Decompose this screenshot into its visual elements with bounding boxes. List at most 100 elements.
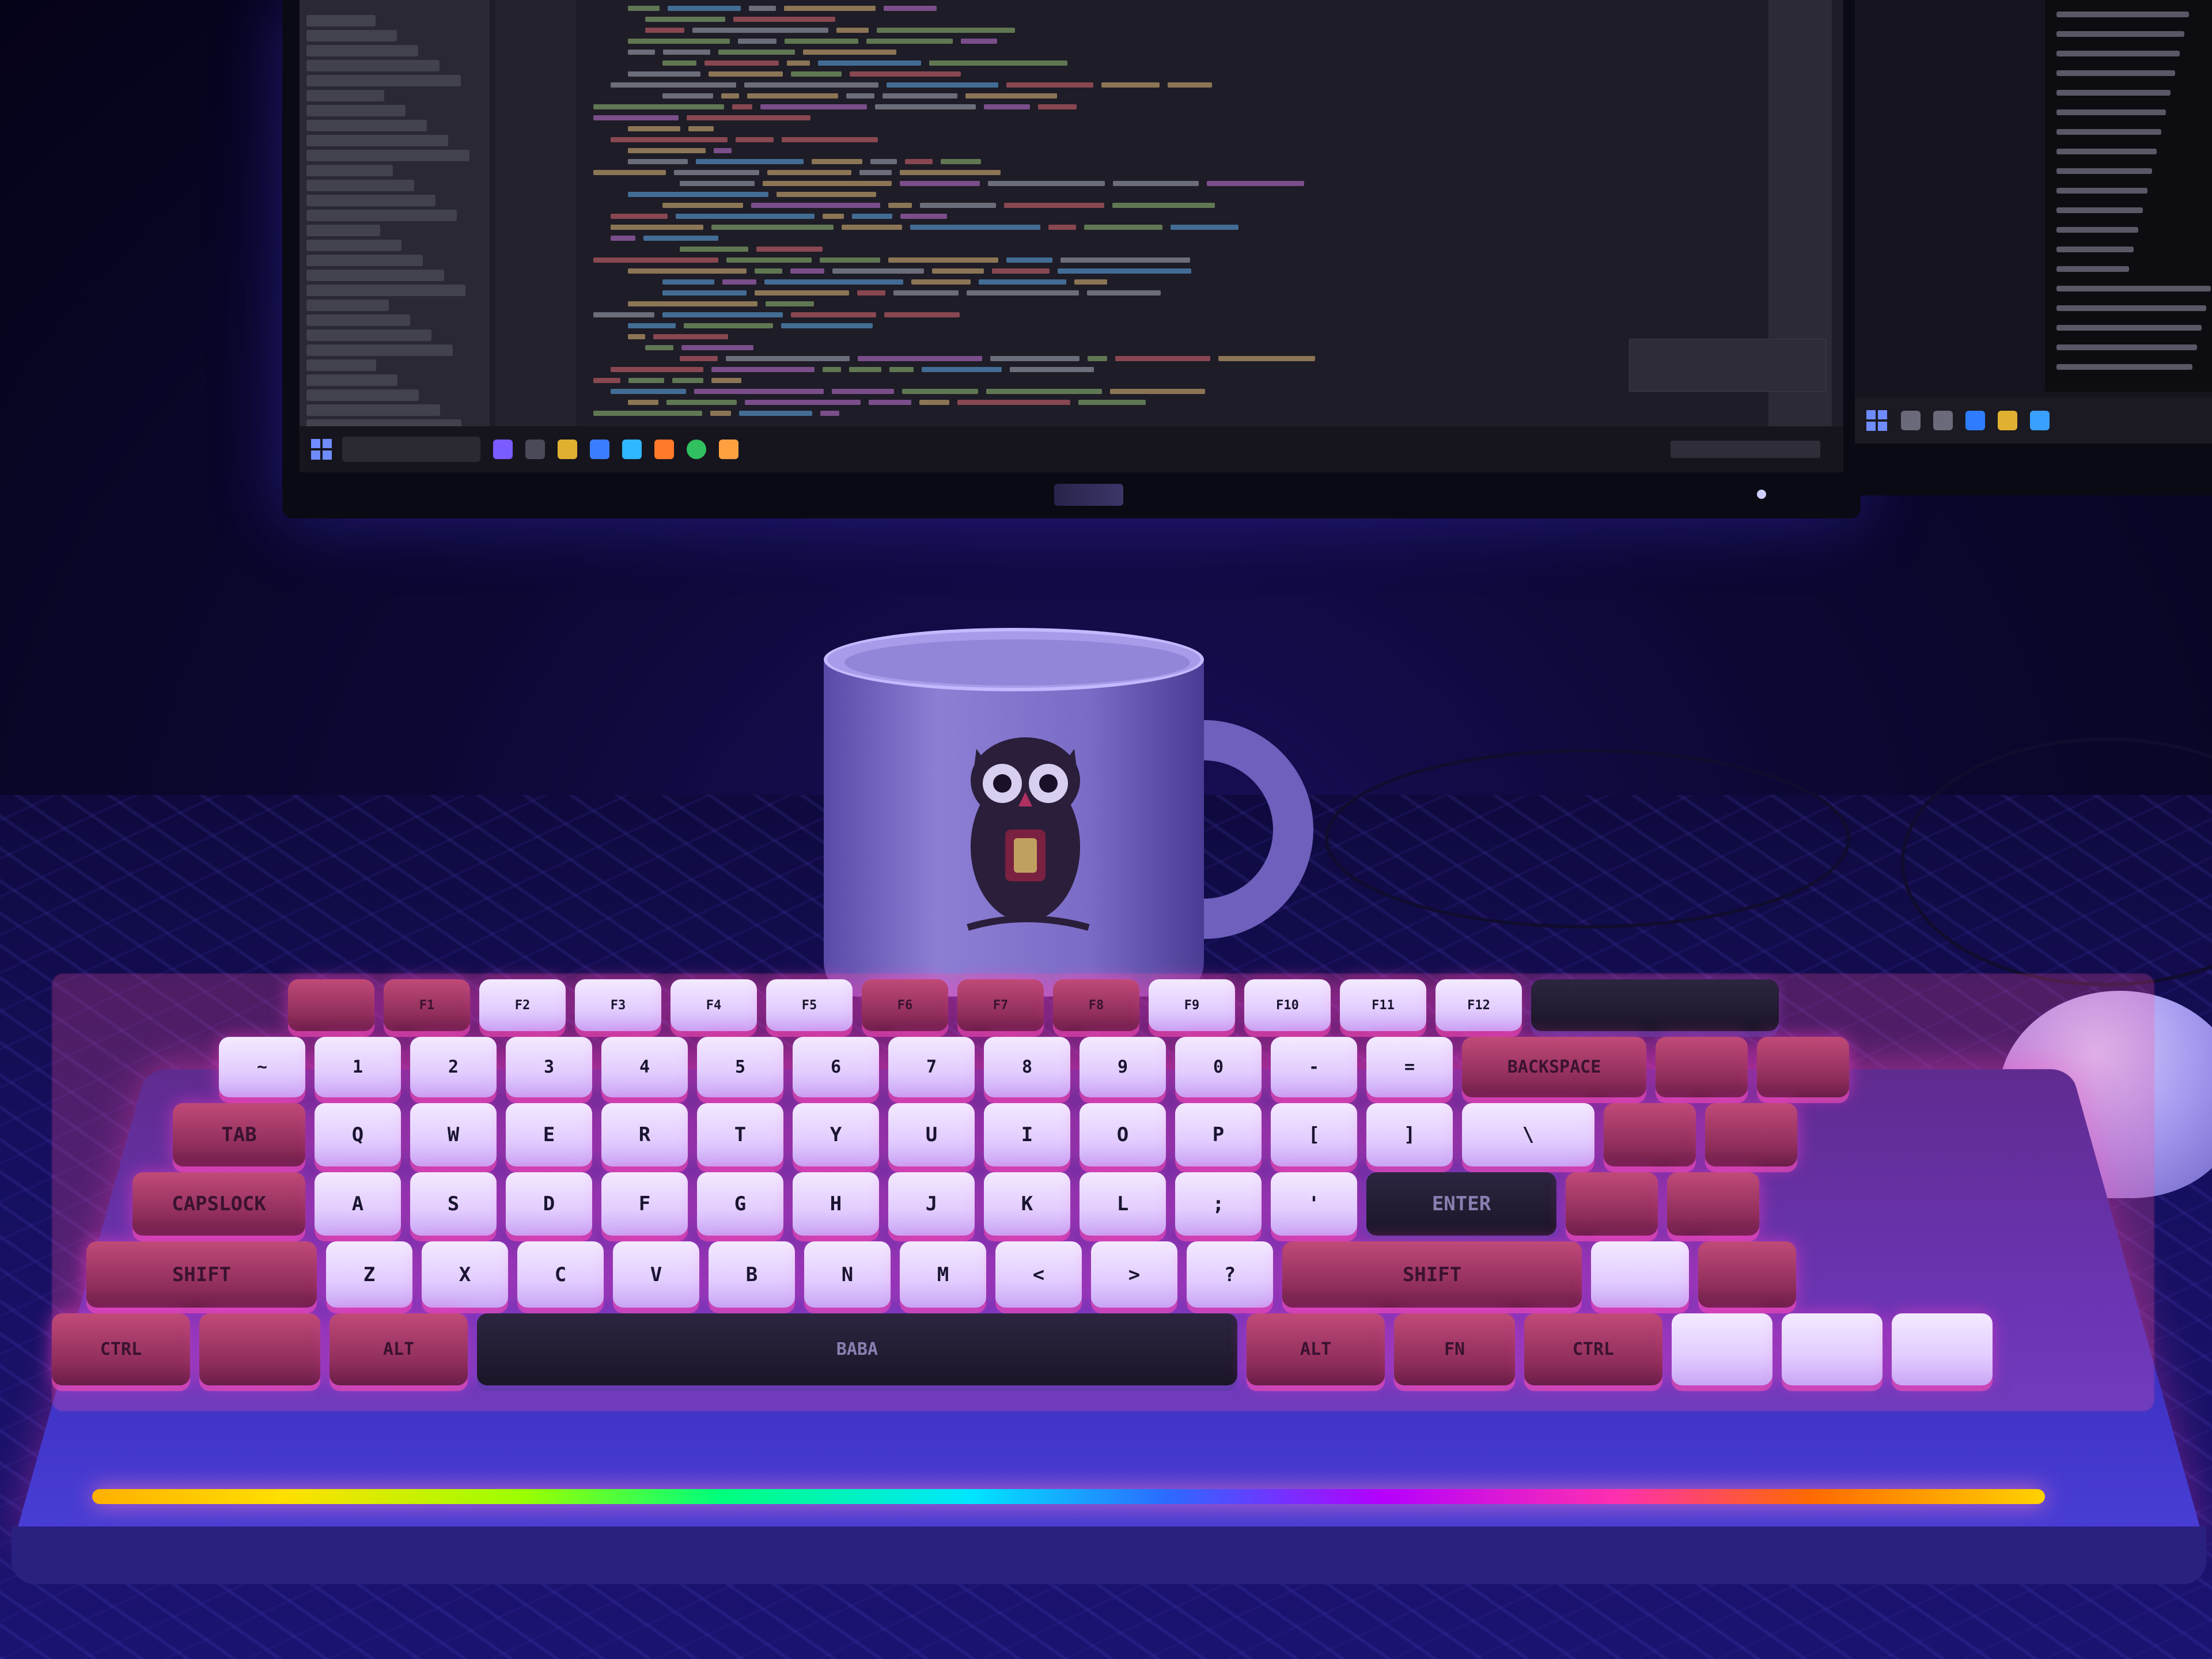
key-m[interactable]: M bbox=[900, 1241, 986, 1308]
key-blank-10[interactable]: ? bbox=[1187, 1241, 1273, 1308]
key-v[interactable]: V bbox=[613, 1241, 699, 1308]
code-token bbox=[929, 60, 1067, 66]
key-f5[interactable]: F5 bbox=[766, 979, 853, 1031]
key-blank-0[interactable]: ~ bbox=[219, 1037, 305, 1097]
key-blank-11[interactable]: - bbox=[1271, 1037, 1357, 1097]
key-7[interactable]: 7 bbox=[888, 1037, 975, 1097]
key-h[interactable]: H bbox=[793, 1172, 879, 1236]
key-alt[interactable]: ALT bbox=[329, 1313, 468, 1385]
key-f[interactable]: F bbox=[601, 1172, 688, 1236]
key-blank-15[interactable] bbox=[1705, 1103, 1797, 1166]
key-capslock[interactable]: CAPSLOCK bbox=[132, 1172, 305, 1236]
key-i[interactable]: I bbox=[984, 1103, 1070, 1166]
code-token bbox=[920, 203, 996, 208]
key-1[interactable]: 1 bbox=[315, 1037, 401, 1097]
code-token bbox=[732, 104, 752, 109]
key-2[interactable]: 2 bbox=[410, 1037, 497, 1097]
code-token bbox=[791, 71, 842, 77]
key-blank-9[interactable] bbox=[1892, 1313, 1993, 1385]
key-blank-13[interactable] bbox=[1531, 979, 1779, 1031]
key-f1[interactable]: F1 bbox=[384, 979, 470, 1031]
key-blank-8[interactable]: < bbox=[995, 1241, 1082, 1308]
key-t[interactable]: T bbox=[697, 1103, 783, 1166]
key-x[interactable]: X bbox=[422, 1241, 508, 1308]
key-label: ALT bbox=[1300, 1339, 1332, 1359]
key-blank-11[interactable]: ' bbox=[1271, 1172, 1357, 1236]
key-blank-9[interactable]: > bbox=[1091, 1241, 1177, 1308]
key-blank-8[interactable] bbox=[1782, 1313, 1883, 1385]
key-ctrl[interactable]: CTRL bbox=[1524, 1313, 1662, 1385]
key-u[interactable]: U bbox=[888, 1103, 975, 1166]
key-d[interactable]: D bbox=[506, 1172, 592, 1236]
key-blank-13[interactable] bbox=[1698, 1241, 1796, 1308]
key-e[interactable]: E bbox=[506, 1103, 592, 1166]
key-z[interactable]: Z bbox=[326, 1241, 412, 1308]
key-blank-14[interactable] bbox=[1604, 1103, 1696, 1166]
key-f8[interactable]: F8 bbox=[1053, 979, 1139, 1031]
key-p[interactable]: P bbox=[1175, 1103, 1262, 1166]
key-label: 5 bbox=[734, 1057, 746, 1077]
key-b[interactable]: B bbox=[709, 1241, 795, 1308]
file-tree-row bbox=[306, 195, 435, 206]
code-token bbox=[766, 301, 814, 306]
key-3[interactable]: 3 bbox=[506, 1037, 592, 1097]
key-n[interactable]: N bbox=[804, 1241, 891, 1308]
key-f3[interactable]: F3 bbox=[575, 979, 661, 1031]
key-label: \ bbox=[1522, 1123, 1535, 1146]
key-enter[interactable]: ENTER bbox=[1366, 1172, 1556, 1236]
key-9[interactable]: 9 bbox=[1080, 1037, 1166, 1097]
key-f6[interactable]: F6 bbox=[862, 979, 948, 1031]
code-token bbox=[836, 28, 869, 33]
key-4[interactable]: 4 bbox=[601, 1037, 688, 1097]
key-f7[interactable]: F7 bbox=[957, 979, 1044, 1031]
code-token bbox=[979, 279, 1066, 285]
key-q[interactable]: Q bbox=[315, 1103, 401, 1166]
key-f11[interactable]: F11 bbox=[1340, 979, 1426, 1031]
key-o[interactable]: O bbox=[1080, 1103, 1166, 1166]
key-k[interactable]: K bbox=[984, 1172, 1070, 1236]
key-0[interactable]: 0 bbox=[1175, 1037, 1262, 1097]
key-c[interactable]: C bbox=[517, 1241, 604, 1308]
key-label: 1 bbox=[352, 1057, 363, 1077]
key-blank-13[interactable] bbox=[1566, 1172, 1658, 1236]
key-f2[interactable]: F2 bbox=[479, 979, 566, 1031]
key-f10[interactable]: F10 bbox=[1244, 979, 1331, 1031]
code-token bbox=[884, 312, 960, 317]
key-blank-14[interactable] bbox=[1667, 1172, 1759, 1236]
key-blank-7[interactable] bbox=[1672, 1313, 1772, 1385]
windows-start-icon bbox=[310, 438, 333, 461]
key-blank-12[interactable] bbox=[1591, 1241, 1689, 1308]
key-blank-11[interactable]: [ bbox=[1271, 1103, 1357, 1166]
key-blank-10[interactable]: ; bbox=[1175, 1172, 1262, 1236]
key-blank-14[interactable] bbox=[1656, 1037, 1748, 1097]
key-backspace[interactable]: BACKSPACE bbox=[1462, 1037, 1646, 1097]
key-w[interactable]: W bbox=[410, 1103, 497, 1166]
key-f4[interactable]: F4 bbox=[671, 979, 757, 1031]
key-f9[interactable]: F9 bbox=[1149, 979, 1235, 1031]
key-alt[interactable]: ALT bbox=[1247, 1313, 1385, 1385]
key-shift[interactable]: SHIFT bbox=[1282, 1241, 1582, 1308]
key-r[interactable]: R bbox=[601, 1103, 688, 1166]
document-text-line bbox=[2056, 188, 2147, 194]
key-y[interactable]: Y bbox=[793, 1103, 879, 1166]
key-8[interactable]: 8 bbox=[984, 1037, 1070, 1097]
key-baba[interactable]: BABA bbox=[477, 1313, 1237, 1385]
key-fn[interactable]: FN bbox=[1394, 1313, 1515, 1385]
key-blank-13[interactable]: \ bbox=[1462, 1103, 1594, 1166]
key-blank-0[interactable] bbox=[288, 979, 374, 1031]
key-5[interactable]: 5 bbox=[697, 1037, 783, 1097]
key-blank-1[interactable] bbox=[199, 1313, 320, 1385]
key-shift[interactable]: SHIFT bbox=[86, 1241, 317, 1308]
key-f12[interactable]: F12 bbox=[1435, 979, 1522, 1031]
key-l[interactable]: L bbox=[1080, 1172, 1166, 1236]
key-blank-15[interactable] bbox=[1757, 1037, 1849, 1097]
key-blank-12[interactable]: = bbox=[1366, 1037, 1453, 1097]
key-tab[interactable]: TAB bbox=[173, 1103, 305, 1166]
key-ctrl[interactable]: CTRL bbox=[52, 1313, 190, 1385]
key-6[interactable]: 6 bbox=[793, 1037, 879, 1097]
key-a[interactable]: A bbox=[315, 1172, 401, 1236]
key-s[interactable]: S bbox=[410, 1172, 497, 1236]
key-j[interactable]: J bbox=[888, 1172, 975, 1236]
key-blank-12[interactable]: ] bbox=[1366, 1103, 1453, 1166]
key-g[interactable]: G bbox=[697, 1172, 783, 1236]
